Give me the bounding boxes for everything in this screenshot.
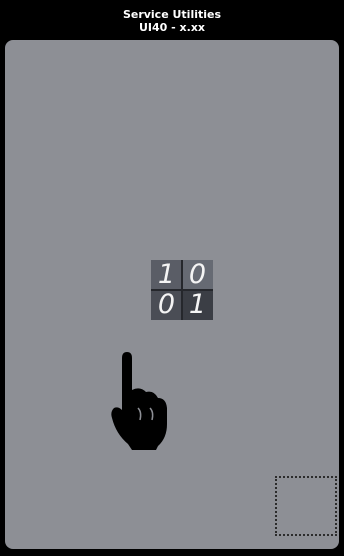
pointing-hand-svg <box>111 352 167 450</box>
pointing-hand-icon <box>110 352 172 454</box>
binary-digit: 0 <box>151 290 182 320</box>
app-title: Service Utilities <box>122 8 222 21</box>
app-version: UI40 - x.xx <box>138 21 206 34</box>
content-panel[interactable]: 1 0 0 1 <box>5 40 339 549</box>
binary-digit: 1 <box>151 260 182 290</box>
screen: Service Utilities UI40 - x.xx 1 0 0 1 <box>0 0 344 556</box>
selection-box[interactable] <box>275 476 337 536</box>
title-bar: Service Utilities UI40 - x.xx <box>0 0 344 38</box>
binary-digit: 0 <box>182 260 213 290</box>
binary-digit: 1 <box>182 290 213 320</box>
grid-divider <box>181 260 183 320</box>
binary-digits-icon[interactable]: 1 0 0 1 <box>151 260 213 320</box>
hand-shape <box>111 352 167 450</box>
